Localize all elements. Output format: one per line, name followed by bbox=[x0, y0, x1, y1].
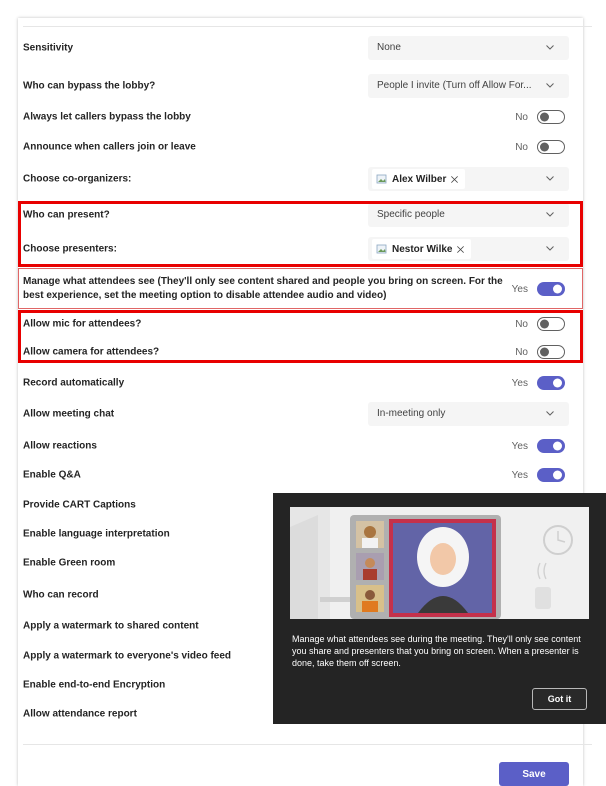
toggle-state-text: Yes bbox=[511, 440, 528, 452]
person-tag: Nestor Wilke bbox=[372, 239, 472, 259]
person-name: Alex Wilber bbox=[392, 173, 447, 185]
save-button[interactable]: Save bbox=[499, 762, 569, 786]
label-sensitivity: Sensitivity bbox=[23, 42, 74, 54]
label-e2e: Enable end-to-end Encryption bbox=[23, 679, 166, 691]
toggle-state-text: No bbox=[515, 141, 528, 153]
toggle-state-text: No bbox=[515, 318, 528, 330]
chevron-down-icon bbox=[546, 212, 554, 217]
toggle-knob bbox=[553, 378, 562, 388]
row-co-organizers: Choose co-organizers: Alex Wilber bbox=[23, 166, 569, 192]
label-camera: Allow camera for attendees? bbox=[23, 346, 160, 358]
bypass-lobby-value: People I invite (Turn off Allow For... bbox=[377, 80, 532, 91]
mic-toggle[interactable]: No bbox=[515, 317, 565, 331]
toggle-knob bbox=[540, 319, 549, 329]
got-it-button[interactable]: Got it bbox=[532, 688, 587, 710]
row-reactions: Allow reactions Yes bbox=[23, 433, 569, 459]
chevron-down-icon bbox=[546, 45, 554, 50]
label-presenters: Choose presenters: bbox=[23, 243, 117, 255]
row-who-can-present: Who can present? Specific people bbox=[23, 202, 569, 228]
label-meeting-chat: Allow meeting chat bbox=[23, 408, 115, 420]
label-co-organizers: Choose co-organizers: bbox=[23, 173, 132, 185]
broken-image-icon bbox=[376, 244, 387, 254]
row-record-auto: Record automatically Yes bbox=[23, 370, 569, 396]
row-presenters: Choose presenters: Nestor Wilke bbox=[23, 236, 569, 262]
meeting-chat-dropdown[interactable]: In-meeting only bbox=[368, 402, 569, 426]
toggle-switch[interactable] bbox=[537, 140, 565, 154]
sensitivity-dropdown[interactable]: None bbox=[368, 36, 569, 60]
reactions-toggle[interactable]: Yes bbox=[512, 439, 565, 453]
remove-person-icon[interactable] bbox=[450, 175, 459, 184]
row-qa: Enable Q&A Yes bbox=[23, 462, 569, 488]
teaching-callout: Manage what attendees see during the mee… bbox=[273, 493, 606, 724]
toggle-knob bbox=[553, 284, 562, 294]
label-callers-bypass: Always let callers bypass the lobby bbox=[23, 111, 191, 123]
row-camera: Allow camera for attendees? No bbox=[23, 339, 569, 365]
callout-text: Manage what attendees see during the mee… bbox=[292, 634, 581, 668]
label-green-room: Enable Green room bbox=[23, 557, 116, 569]
toggle-switch[interactable] bbox=[537, 439, 565, 453]
meeting-stage-illustration bbox=[290, 507, 589, 619]
toggle-switch[interactable] bbox=[537, 345, 565, 359]
label-manage-attendees: Manage what attendees see (They'll only … bbox=[23, 276, 503, 301]
toggle-switch[interactable] bbox=[537, 376, 565, 390]
toggle-knob bbox=[540, 142, 549, 152]
row-bypass-lobby: Who can bypass the lobby? People I invit… bbox=[23, 73, 569, 99]
chevron-down-icon bbox=[546, 176, 554, 181]
meeting-chat-value: In-meeting only bbox=[377, 408, 446, 419]
label-cart: Provide CART Captions bbox=[23, 499, 136, 511]
toggle-state-text: No bbox=[515, 346, 528, 358]
who-can-present-value: Specific people bbox=[377, 209, 445, 220]
toggle-knob bbox=[540, 112, 549, 122]
row-mic: Allow mic for attendees? No bbox=[23, 311, 569, 337]
person-tag: Alex Wilber bbox=[372, 169, 466, 189]
announce-callers-toggle[interactable]: No bbox=[515, 140, 565, 154]
qa-toggle[interactable]: Yes bbox=[512, 468, 565, 482]
toggle-knob bbox=[540, 347, 549, 357]
toggle-state-text: Yes bbox=[511, 283, 528, 295]
label-mic: Allow mic for attendees? bbox=[23, 318, 142, 330]
toggle-state-text: Yes bbox=[511, 469, 528, 481]
co-organizers-picker[interactable]: Alex Wilber bbox=[368, 167, 569, 191]
row-manage-attendees: Manage what attendees see (They'll only … bbox=[23, 273, 569, 305]
label-reactions: Allow reactions bbox=[23, 440, 97, 452]
chevron-down-icon bbox=[546, 83, 554, 88]
label-announce-callers: Announce when callers join or leave bbox=[23, 141, 196, 153]
camera-toggle[interactable]: No bbox=[515, 345, 565, 359]
sensitivity-value: None bbox=[377, 42, 401, 53]
label-attendance: Allow attendance report bbox=[23, 708, 137, 720]
label-watermark-shared: Apply a watermark to shared content bbox=[23, 620, 199, 632]
label-record-auto: Record automatically bbox=[23, 377, 125, 389]
row-announce-callers: Announce when callers join or leave No bbox=[23, 134, 569, 160]
toggle-switch[interactable] bbox=[537, 110, 565, 124]
presenters-picker[interactable]: Nestor Wilke bbox=[368, 237, 569, 261]
chevron-down-icon bbox=[546, 411, 554, 416]
chevron-down-icon bbox=[546, 246, 554, 251]
person-name: Nestor Wilke bbox=[392, 243, 453, 255]
row-callers-bypass: Always let callers bypass the lobby No bbox=[23, 104, 569, 130]
row-sensitivity: Sensitivity None bbox=[23, 35, 569, 61]
bottom-divider bbox=[23, 744, 592, 745]
who-can-present-dropdown[interactable]: Specific people bbox=[368, 203, 569, 227]
toggle-switch[interactable] bbox=[537, 317, 565, 331]
label-watermark-video: Apply a watermark to everyone's video fe… bbox=[23, 650, 232, 662]
label-qa: Enable Q&A bbox=[23, 469, 81, 481]
bypass-lobby-dropdown[interactable]: People I invite (Turn off Allow For... bbox=[368, 74, 569, 98]
toggle-knob bbox=[553, 441, 562, 451]
toggle-switch[interactable] bbox=[537, 468, 565, 482]
broken-image-icon bbox=[376, 174, 387, 184]
label-who-can-present: Who can present? bbox=[23, 209, 110, 221]
toggle-knob bbox=[553, 470, 562, 480]
toggle-switch[interactable] bbox=[537, 282, 565, 296]
remove-person-icon[interactable] bbox=[456, 245, 465, 254]
manage-attendees-toggle[interactable]: Yes bbox=[512, 282, 565, 296]
row-meeting-chat: Allow meeting chat In-meeting only bbox=[23, 401, 569, 427]
label-who-record: Who can record bbox=[23, 589, 99, 601]
top-divider bbox=[23, 26, 592, 27]
label-bypass-lobby: Who can bypass the lobby? bbox=[23, 80, 156, 92]
label-interpretation: Enable language interpretation bbox=[23, 528, 170, 540]
toggle-state-text: No bbox=[515, 111, 528, 123]
callers-bypass-toggle[interactable]: No bbox=[515, 110, 565, 124]
toggle-state-text: Yes bbox=[511, 377, 528, 389]
record-auto-toggle[interactable]: Yes bbox=[512, 376, 565, 390]
